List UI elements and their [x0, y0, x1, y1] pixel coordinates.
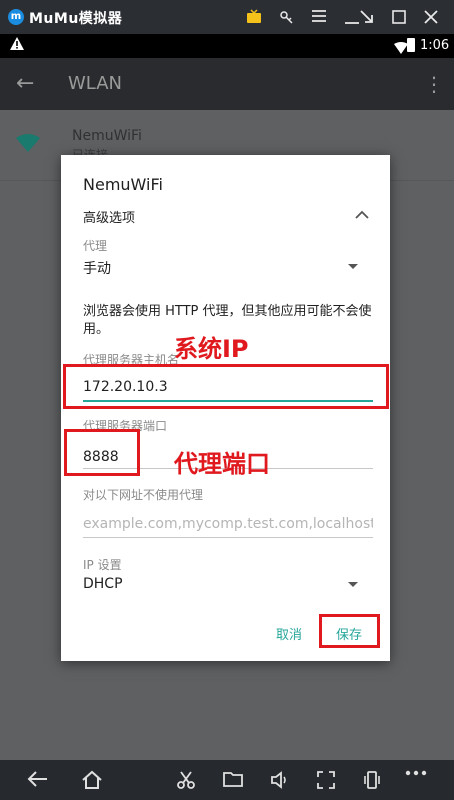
proxy-select[interactable]: 手动 — [83, 258, 111, 278]
action-bar: ← WLAN ⋮ — [0, 58, 454, 110]
port-highlight-box — [64, 429, 140, 476]
maximize-icon[interactable] — [388, 6, 410, 28]
rotate-icon[interactable] — [358, 766, 386, 794]
proxy-label: 代理 — [83, 239, 108, 253]
dropdown-arrow-icon[interactable] — [348, 582, 358, 587]
warning-icon — [10, 37, 24, 54]
wifi-icon — [16, 134, 40, 156]
more-icon[interactable] — [402, 766, 430, 794]
page-title: WLAN — [68, 73, 123, 94]
android-status-bar: 1:06 — [0, 34, 454, 58]
bypass-underline — [83, 537, 373, 538]
overflow-menu-icon[interactable]: ⋮ — [424, 72, 444, 96]
chevron-up-icon[interactable] — [355, 205, 369, 224]
emulator-title: MuMu模拟器 — [29, 11, 123, 27]
tv-icon[interactable] — [243, 6, 265, 28]
home-icon[interactable] — [78, 766, 106, 794]
dropdown-arrow-icon[interactable] — [348, 264, 358, 269]
close-icon[interactable] — [420, 6, 442, 28]
system-ip-annotation: 系统IP — [174, 335, 249, 363]
host-highlight-box — [63, 364, 389, 409]
scissors-icon[interactable] — [172, 766, 200, 794]
save-highlight-box — [319, 614, 380, 648]
fullscreen-icon[interactable] — [312, 766, 340, 794]
mumu-logo-icon: m — [8, 9, 24, 25]
bypass-label: 对以下网址不使用代理 — [83, 488, 204, 502]
advanced-options-toggle[interactable]: 高级选项 — [83, 207, 135, 226]
cancel-button[interactable]: 取消 — [276, 624, 302, 643]
volume-icon[interactable] — [266, 766, 294, 794]
folder-icon[interactable] — [219, 766, 247, 794]
proxy-port-annotation: 代理端口 — [174, 450, 270, 478]
ip-settings-select[interactable]: DHCP — [83, 576, 123, 592]
shrink-window-icon[interactable] — [356, 6, 378, 28]
menu-icon[interactable] — [308, 6, 330, 28]
emulator-nav-bar — [0, 760, 454, 800]
back-icon[interactable] — [24, 766, 52, 794]
back-arrow-icon[interactable]: ← — [16, 72, 34, 96]
clock: 1:06 — [420, 38, 450, 53]
wifi-signal-icon — [394, 39, 408, 58]
ip-settings-label: IP 设置 — [83, 558, 122, 572]
bypass-input[interactable]: example.com,mycomp.test.com,localhost — [83, 516, 373, 532]
emulator-title-bar: m MuMu模拟器 — [0, 0, 454, 34]
battery-icon — [407, 38, 415, 52]
key-mapping-icon[interactable] — [276, 6, 298, 28]
dialog-title: NemuWiFi — [83, 175, 163, 194]
wifi-network-name[interactable]: NemuWiFi — [72, 128, 142, 144]
